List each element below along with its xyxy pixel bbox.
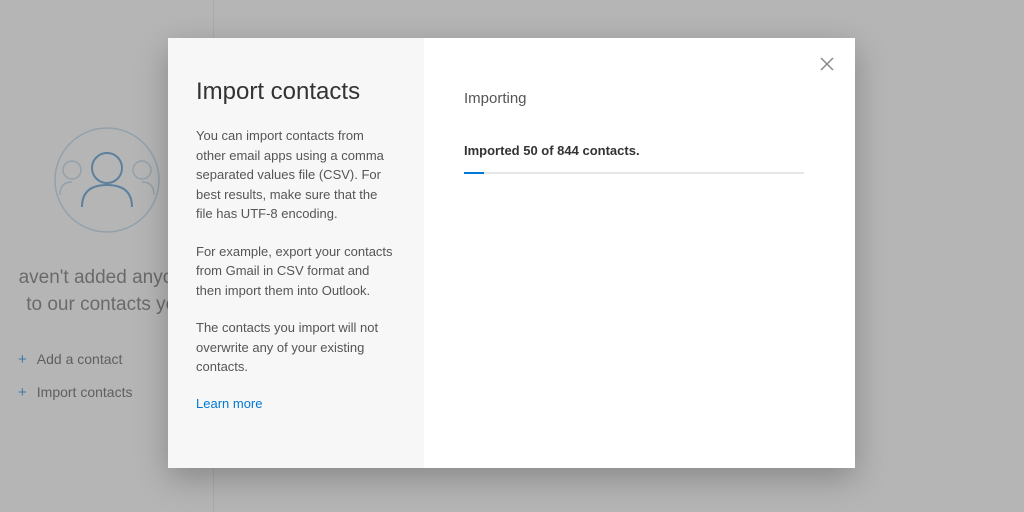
- dialog-title: Import contacts: [196, 78, 396, 106]
- import-status-title: Importing: [464, 90, 819, 107]
- import-contacts-dialog: Import contacts You can import contacts …: [168, 38, 855, 468]
- progress-bar: [464, 172, 804, 174]
- learn-more-link[interactable]: Learn more: [196, 396, 262, 411]
- import-progress-text: Imported 50 of 844 contacts.: [464, 143, 819, 158]
- dialog-paragraph-2: For example, export your contacts from G…: [196, 242, 396, 301]
- dialog-info-panel: Import contacts You can import contacts …: [168, 38, 424, 468]
- close-icon: [820, 57, 834, 71]
- dialog-content-panel: Importing Imported 50 of 844 contacts.: [424, 38, 855, 468]
- dialog-paragraph-3: The contacts you import will not overwri…: [196, 318, 396, 377]
- progress-bar-fill: [464, 172, 484, 174]
- dialog-paragraph-1: You can import contacts from other email…: [196, 126, 396, 224]
- close-button[interactable]: [815, 52, 839, 76]
